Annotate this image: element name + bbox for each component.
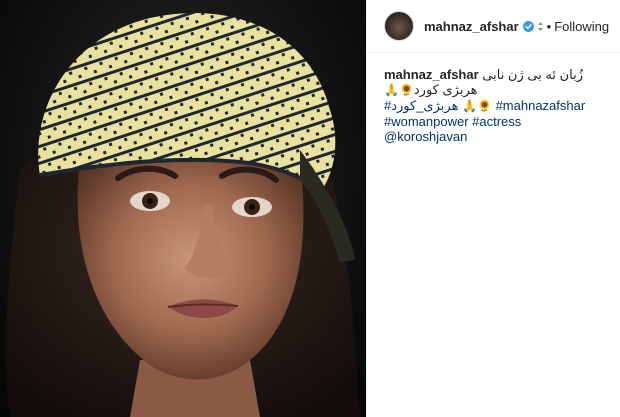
post-photo[interactable] (0, 0, 366, 417)
caption-line-1: mahnaz_afshar زُبان ئه بی ژن نابی (384, 67, 616, 82)
hashtags-womanpower-actress[interactable]: #womanpower #actress (384, 114, 521, 129)
caption-line-4: #womanpower #actress (384, 114, 616, 129)
following-button[interactable]: Following (554, 19, 609, 34)
caption-line-2: 🙏🌻هربژی کورد (384, 82, 616, 98)
caption-emojis-2: 🙏🌻 (462, 99, 492, 113)
avatar[interactable] (384, 11, 414, 41)
caption-username[interactable]: mahnaz_afshar (384, 67, 479, 82)
sort-arrows-icon (537, 21, 544, 32)
instagram-post: mahnaz_afshar • Following mahnaz_afshar … (0, 0, 620, 417)
mention-koroshjavan[interactable]: @koroshjavan (384, 129, 467, 144)
portrait-image (5, 12, 361, 417)
hashtag-mahnazafshar[interactable]: #mahnazafshar (496, 98, 586, 113)
verified-badge-icon (522, 20, 534, 32)
header-username[interactable]: mahnaz_afshar (424, 19, 519, 34)
hashtag-kurdish[interactable]: #هربژی_کورد (384, 98, 458, 113)
post-caption: mahnaz_afshar زُبان ئه بی ژن نابی 🙏🌻هربژ… (367, 53, 616, 144)
header-separator: • (546, 18, 552, 34)
post-header: mahnaz_afshar • Following (367, 0, 620, 53)
caption-line-3: #هربژی_کورد 🙏🌻 #mahnazafshar (384, 98, 616, 114)
caption-emojis-1: 🙏🌻 (384, 83, 414, 97)
post-sidebar: mahnaz_afshar • Following mahnaz_afshar … (366, 0, 620, 417)
caption-text-2: هربژی کورد (413, 82, 478, 97)
caption-text-1: زُبان ئه بی ژن نابی (482, 67, 584, 82)
caption-line-5: @koroshjavan (384, 129, 616, 144)
